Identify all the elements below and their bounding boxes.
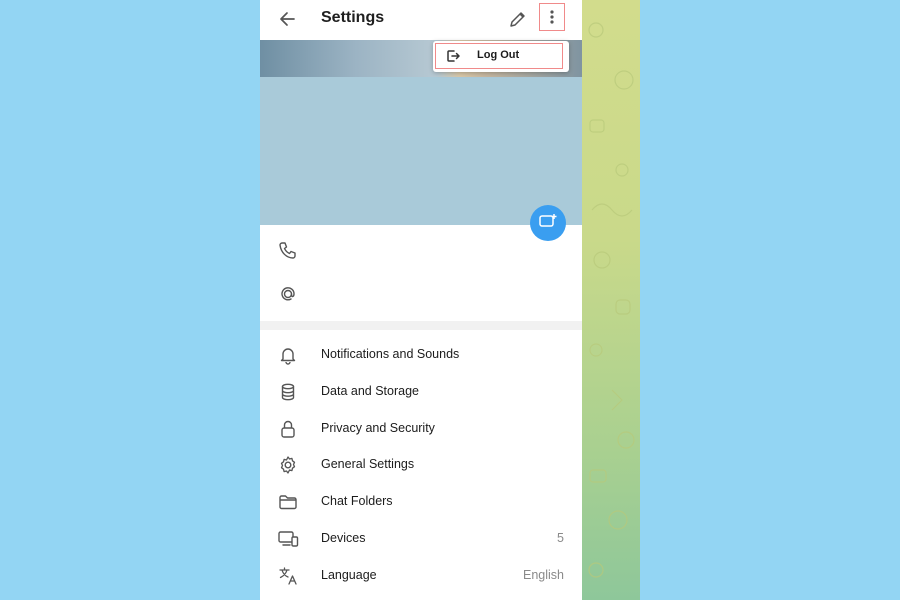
logout-label: Log Out <box>477 49 520 61</box>
device-count: 5 <box>557 531 564 545</box>
logout-icon <box>447 50 460 62</box>
logout-menu-item[interactable]: Log Out <box>435 43 563 69</box>
menu-item-label: Data and Storage <box>321 384 419 398</box>
back-button[interactable] <box>277 8 299 30</box>
phone-number-row[interactable] <box>260 231 582 271</box>
menu-item-label: Privacy and Security <box>321 421 435 435</box>
overflow-menu: Log Out <box>433 41 569 72</box>
settings-screen: Settings Notifications and Sounds Data a… <box>260 0 582 600</box>
folder-icon <box>279 495 297 510</box>
username-row[interactable] <box>260 274 582 314</box>
menu-item-privacy[interactable]: Privacy and Security <box>260 411 582 447</box>
database-icon <box>281 383 295 401</box>
lock-icon <box>281 420 295 438</box>
chat-wallpaper <box>582 0 640 600</box>
current-language: English <box>523 568 564 582</box>
menu-item-general[interactable]: General Settings <box>260 447 582 483</box>
at-sign-icon <box>281 287 295 301</box>
menu-item-label: General Settings <box>321 457 415 471</box>
bell-icon <box>280 348 296 365</box>
translate-icon <box>279 567 297 585</box>
pencil-icon <box>510 12 525 27</box>
menu-item-label: Language <box>321 568 377 582</box>
phone-icon <box>279 242 296 259</box>
wallpaper-doodles <box>588 22 635 578</box>
menu-item-label: Devices <box>321 531 366 545</box>
devices-icon <box>278 531 299 547</box>
more-options-button[interactable] <box>539 3 565 31</box>
menu-item-language[interactable]: Language English <box>260 558 582 594</box>
edit-button[interactable] <box>507 8 529 30</box>
app-bar: Settings <box>260 0 582 40</box>
section-divider <box>260 321 582 330</box>
page-title: Settings <box>321 9 385 26</box>
menu-item-notifications[interactable]: Notifications and Sounds <box>260 337 582 373</box>
arrow-left-icon <box>280 12 295 26</box>
menu-item-label: Notifications and Sounds <box>321 347 460 361</box>
more-vertical-icon <box>550 10 554 24</box>
menu-item-chat-folders[interactable]: Chat Folders <box>260 484 582 520</box>
gear-icon <box>280 456 296 474</box>
add-photo-icon <box>539 214 557 227</box>
menu-item-label: Chat Folders <box>321 494 393 508</box>
menu-item-data-storage[interactable]: Data and Storage <box>260 374 582 410</box>
menu-item-devices[interactable]: Devices 5 <box>260 521 582 557</box>
